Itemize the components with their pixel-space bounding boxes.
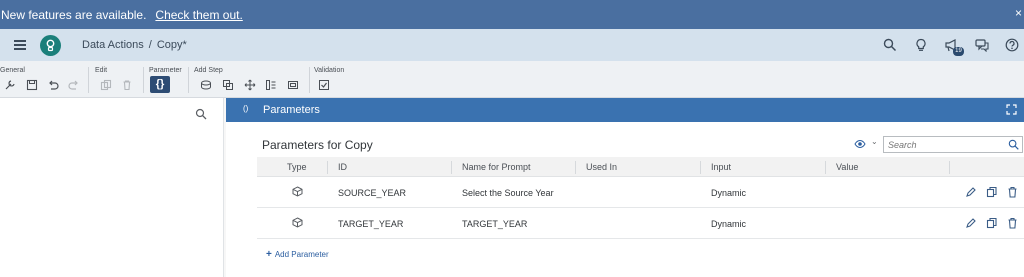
cube-icon bbox=[292, 186, 303, 197]
chevron-down-icon[interactable]: ⌄ bbox=[871, 137, 878, 146]
lightbulb-icon[interactable] bbox=[914, 38, 928, 52]
plus-icon: + bbox=[266, 249, 272, 260]
column-divider bbox=[949, 161, 950, 174]
check-features-link[interactable]: Check them out. bbox=[155, 8, 242, 22]
parameter-button[interactable]: {} bbox=[150, 76, 170, 93]
column-header-name-for-prompt[interactable]: Name for Prompt bbox=[462, 162, 531, 172]
eye-icon[interactable] bbox=[854, 139, 866, 149]
table-row[interactable]: TARGET_YEAR TARGET_YEAR Dynamic bbox=[257, 208, 1024, 239]
group-general-label: General bbox=[0, 67, 25, 74]
wrench-icon[interactable] bbox=[4, 79, 16, 91]
save-icon[interactable] bbox=[26, 79, 38, 91]
copy-icon[interactable] bbox=[100, 79, 112, 91]
column-header-type[interactable]: Type bbox=[287, 162, 307, 172]
copy-step-icon[interactable] bbox=[200, 79, 212, 91]
undo-icon[interactable] bbox=[47, 79, 59, 91]
search-icon[interactable] bbox=[195, 108, 207, 120]
user-icon bbox=[46, 39, 55, 52]
add-parameter-button[interactable]: + Add Parameter bbox=[266, 249, 329, 260]
search-icon[interactable] bbox=[1008, 139, 1019, 150]
edit-icon[interactable] bbox=[965, 186, 976, 198]
column-divider bbox=[700, 161, 701, 174]
shell-header: Data Actions / Copy* bbox=[0, 29, 1024, 61]
cell-id: TARGET_YEAR bbox=[338, 219, 404, 229]
parameters-table: Type ID Name for Prompt Used In Input Va… bbox=[257, 157, 1024, 239]
validate-icon[interactable] bbox=[318, 79, 330, 91]
breadcrumb-current: Copy* bbox=[156, 39, 187, 51]
table-header: Type ID Name for Prompt Used In Input Va… bbox=[257, 157, 1024, 177]
toolbar-divider bbox=[88, 67, 89, 93]
column-header-input[interactable]: Input bbox=[711, 162, 731, 172]
left-panel bbox=[0, 98, 224, 277]
cell-prompt: TARGET_YEAR bbox=[462, 219, 528, 229]
cell-input: Dynamic bbox=[711, 219, 747, 229]
column-divider bbox=[451, 161, 452, 174]
expand-icon[interactable] bbox=[1006, 104, 1017, 115]
breadcrumb: Data Actions / Copy* bbox=[82, 39, 187, 51]
conversion-icon[interactable] bbox=[265, 79, 277, 91]
search-input[interactable] bbox=[888, 137, 1006, 152]
cell-id: SOURCE_YEAR bbox=[338, 188, 407, 198]
cube-icon bbox=[292, 217, 303, 228]
table-row[interactable]: SOURCE_YEAR Select the Source Year Dynam… bbox=[257, 177, 1024, 208]
delete-icon[interactable] bbox=[121, 79, 133, 91]
toolbar-divider bbox=[143, 67, 144, 93]
breadcrumb-separator: / bbox=[148, 39, 152, 51]
allocation-icon[interactable] bbox=[244, 79, 256, 91]
toolbar-divider bbox=[188, 67, 189, 93]
breadcrumb-root[interactable]: Data Actions bbox=[82, 39, 144, 51]
help-icon[interactable] bbox=[1005, 38, 1019, 52]
group-add-step-label: Add Step bbox=[194, 67, 223, 74]
column-divider bbox=[825, 161, 826, 174]
edit-icon[interactable] bbox=[965, 217, 976, 229]
group-validation-label: Validation bbox=[314, 67, 345, 74]
page-title: Parameters for Copy bbox=[262, 138, 373, 152]
cell-input: Dynamic bbox=[711, 188, 747, 198]
column-header-used-in[interactable]: Used In bbox=[586, 162, 617, 172]
advanced-formula-icon[interactable] bbox=[222, 79, 234, 91]
duplicate-icon[interactable] bbox=[986, 217, 997, 229]
chat-icon[interactable] bbox=[975, 38, 989, 52]
menu-icon[interactable] bbox=[14, 40, 26, 50]
redo-icon[interactable] bbox=[68, 79, 80, 91]
delete-icon[interactable] bbox=[1007, 186, 1018, 198]
column-divider bbox=[575, 161, 576, 174]
parameter-icon: () bbox=[243, 104, 249, 113]
search-icon[interactable] bbox=[883, 38, 897, 52]
toolbar: General Edit Parameter {} Add Step Valid… bbox=[0, 61, 1024, 98]
feature-banner: New features are available. Check them o… bbox=[0, 0, 1024, 29]
duplicate-icon[interactable] bbox=[986, 186, 997, 198]
parameters-panel: Parameters for Copy ⌄ Type ID Name for P… bbox=[226, 122, 1024, 277]
column-divider bbox=[327, 161, 328, 174]
notification-badge: 19 bbox=[953, 47, 964, 56]
cell-prompt: Select the Source Year bbox=[462, 188, 554, 198]
search-field[interactable] bbox=[883, 136, 1023, 153]
banner-close-button[interactable]: × bbox=[1015, 6, 1022, 20]
add-parameter-label: Add Parameter bbox=[274, 250, 329, 259]
parameters-header-title: Parameters bbox=[263, 104, 320, 116]
toolbar-divider bbox=[309, 67, 310, 93]
embedded-action-icon[interactable] bbox=[287, 79, 299, 91]
group-parameter-label: Parameter bbox=[149, 67, 182, 74]
column-header-value[interactable]: Value bbox=[836, 162, 858, 172]
column-header-id[interactable]: ID bbox=[338, 162, 347, 172]
banner-text: New features are available. bbox=[1, 7, 147, 22]
delete-icon[interactable] bbox=[1007, 217, 1018, 229]
group-edit-label: Edit bbox=[95, 67, 108, 74]
avatar[interactable] bbox=[40, 35, 61, 56]
parameters-header: () Parameters bbox=[226, 98, 1024, 122]
